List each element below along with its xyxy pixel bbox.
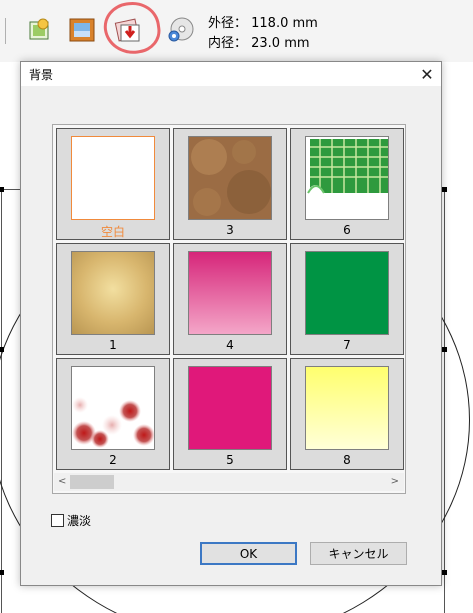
background-tile-5[interactable]: 5 <box>173 358 287 470</box>
yellow-gradient-thumbnail <box>305 366 389 450</box>
shading-label: 濃淡 <box>67 514 92 528</box>
tile-label: 空白 <box>100 225 125 239</box>
gold-gradient-thumbnail <box>71 251 155 335</box>
pink-gradient-thumbnail <box>188 251 272 335</box>
blank-thumbnail <box>71 136 155 220</box>
close-button[interactable]: ✕ <box>413 62 441 86</box>
disc-settings-button[interactable] <box>164 14 196 46</box>
cd-gear-icon <box>168 17 194 42</box>
resize-handle[interactable] <box>442 570 447 575</box>
dialog-title: 背景 <box>29 67 54 82</box>
shading-option[interactable]: 濃淡 <box>51 512 91 529</box>
ok-button[interactable]: OK <box>200 542 297 565</box>
background-tile-1[interactable]: 1 <box>56 243 170 355</box>
background-tile-8[interactable]: 8 <box>290 358 404 470</box>
picture-frame-icon <box>69 18 95 42</box>
resize-handle[interactable] <box>442 187 447 192</box>
cancel-button[interactable]: キャンセル <box>310 542 407 565</box>
resize-handle[interactable] <box>0 570 4 575</box>
background-dialog: 背景 ✕ 空白 3 6 1 4 7 2 5 8 < > 濃淡 OK キャンセル <box>20 61 442 586</box>
tile-label: 5 <box>226 453 234 467</box>
background-tile-4[interactable]: 4 <box>173 243 287 355</box>
background-tile-3[interactable]: 3 <box>173 128 287 240</box>
tile-label: 4 <box>226 338 234 352</box>
background-tile-2[interactable]: 2 <box>56 358 170 470</box>
background-gallery: 空白 3 6 1 4 7 2 5 8 < > <box>52 124 406 494</box>
brown-texture-thumbnail <box>188 136 272 220</box>
scroll-right-arrow[interactable]: > <box>391 476 399 487</box>
scroll-left-arrow[interactable]: < <box>58 476 66 487</box>
image-insert-button[interactable] <box>24 14 56 46</box>
tile-grid: 空白 3 6 1 4 7 2 5 8 <box>56 128 404 470</box>
resize-handle[interactable] <box>442 347 447 352</box>
main-toolbar: 外径： 118.0 mm 内径： 23.0 mm <box>0 0 473 62</box>
outer-diameter-text: 外径： 118.0 mm <box>208 16 318 31</box>
red-bubbles-thumbnail <box>71 366 155 450</box>
tile-label: 1 <box>109 338 117 352</box>
background-tile-7[interactable]: 7 <box>290 243 404 355</box>
green-solid-thumbnail <box>305 251 389 335</box>
green-grid-thumbnail <box>305 136 389 220</box>
tile-label: 7 <box>343 338 351 352</box>
tile-label: 8 <box>343 453 351 467</box>
dialog-titlebar[interactable]: 背景 ✕ <box>21 62 441 86</box>
red-circle-annotation <box>100 0 164 58</box>
shading-checkbox[interactable] <box>51 514 64 527</box>
horizontal-scrollbar[interactable]: < > <box>54 473 404 491</box>
resize-handle[interactable] <box>0 187 4 192</box>
background-tile-6[interactable]: 6 <box>290 128 404 240</box>
resize-handle[interactable] <box>0 347 4 352</box>
toolbar-separator <box>5 18 7 44</box>
tile-label: 3 <box>226 223 234 237</box>
tile-label: 2 <box>109 453 117 467</box>
background-tile-blank[interactable]: 空白 <box>56 128 170 240</box>
frame-button[interactable] <box>66 14 98 46</box>
magenta-solid-thumbnail <box>188 366 272 450</box>
scrollbar-thumb[interactable] <box>70 475 114 489</box>
disc-size-info: 外径： 118.0 mm 内径： 23.0 mm <box>208 14 318 54</box>
inner-diameter-text: 内径： 23.0 mm <box>208 36 310 51</box>
tile-label: 6 <box>343 223 351 237</box>
image-insert-icon <box>29 18 49 40</box>
